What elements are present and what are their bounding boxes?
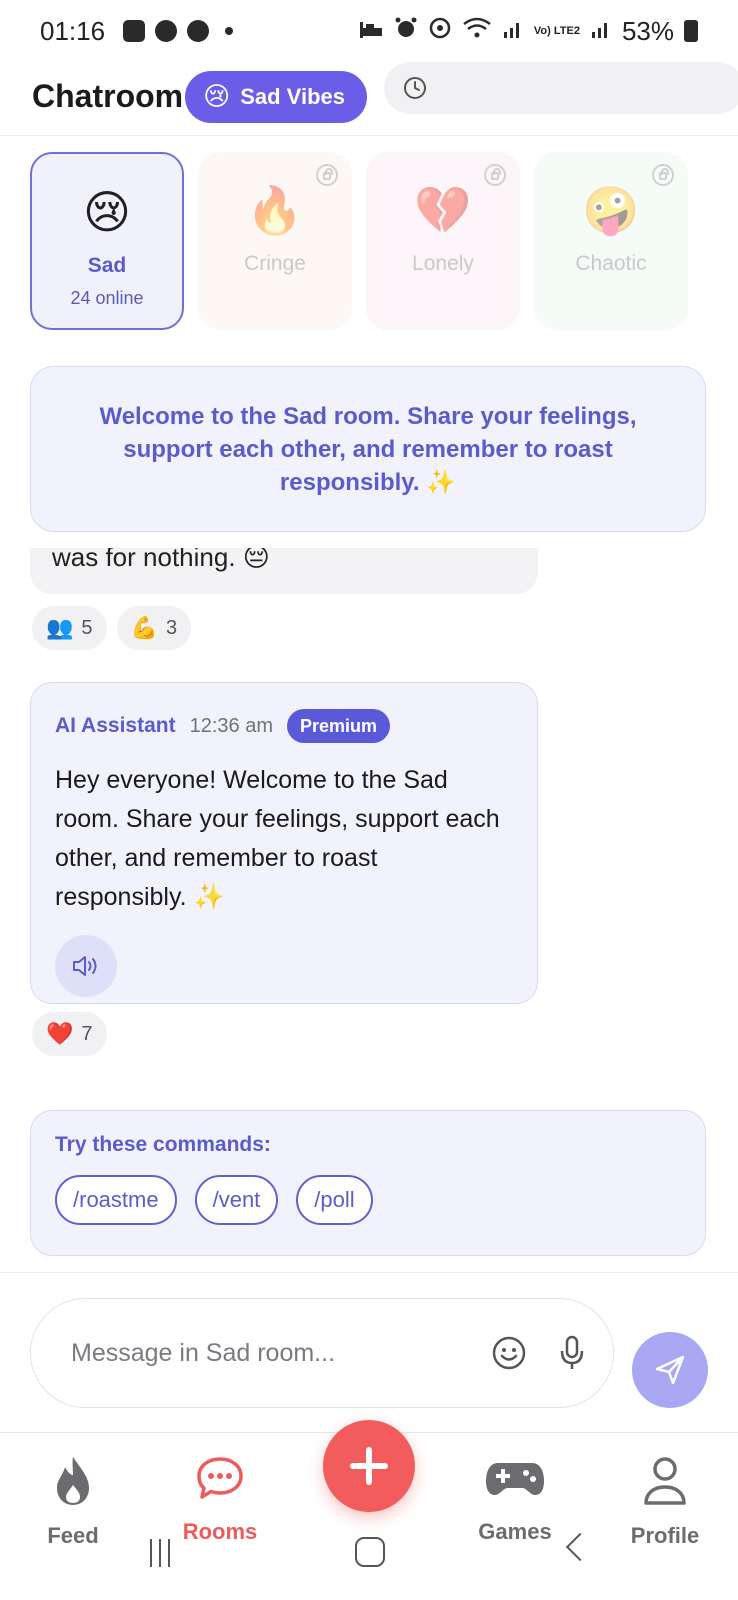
sender-name: AI Assistant (55, 714, 176, 737)
emoji-icon[interactable] (491, 1335, 527, 1371)
room-selector: 😢 Sad 24 online 🔥 Cringe 💔 Lonely 🤪 Chao… (30, 152, 688, 330)
heart-icon: ❤️ (46, 1021, 74, 1046)
reaction-chip[interactable]: 👥 5 (32, 606, 107, 650)
room-name: Lonely (412, 252, 474, 275)
lock-icon (652, 164, 674, 186)
hotspot-icon (428, 16, 452, 47)
vibe-label: Sad Vibes (240, 83, 345, 109)
plus-icon (350, 1447, 388, 1485)
sad-face-icon: 😢 (203, 81, 231, 111)
reaction-count: 7 (81, 1022, 93, 1045)
room-card-sad[interactable]: 😢 Sad 24 online (30, 152, 184, 330)
broken-heart-icon: 💔 (414, 184, 472, 236)
app-header: Chatroom 😢 Sad Vibes (0, 58, 738, 136)
lock-icon (316, 164, 338, 186)
command-poll[interactable]: /poll (296, 1175, 373, 1225)
reaction-chip[interactable]: ❤️ 7 (32, 1012, 107, 1056)
chat-bubble-icon (197, 1457, 243, 1499)
commands-panel: Try these commands: /roastme /vent /poll (30, 1110, 706, 1256)
room-card-lonely[interactable]: 💔 Lonely (366, 152, 520, 330)
status-bar: 01:16 Vo) LTE2 53% (0, 0, 738, 62)
room-card-cringe[interactable]: 🔥 Cringe (198, 152, 352, 330)
flame-icon (57, 1457, 89, 1505)
ai-message-reactions: ❤️ 7 (32, 1012, 107, 1056)
play-audio-button[interactable] (55, 935, 117, 997)
room-name: Cringe (244, 252, 306, 275)
signal-icon-2 (590, 16, 612, 47)
screen-record-icon (187, 20, 210, 42)
fire-icon: 🔥 (246, 184, 304, 236)
history-search-field[interactable] (384, 62, 738, 114)
signal-icon (502, 16, 524, 47)
reaction-chip[interactable]: 💪 3 (116, 606, 192, 650)
previous-message-text: was for nothing. 😔 (52, 548, 270, 572)
network-type-label: Vo) LTE2 (533, 25, 580, 37)
microphone-icon[interactable] (557, 1334, 587, 1372)
divider (0, 1272, 738, 1273)
alarm-icon (394, 16, 418, 47)
back-button[interactable] (565, 1532, 595, 1562)
vibe-selector-button[interactable]: 😢 Sad Vibes (185, 70, 367, 123)
clock-icon (404, 77, 426, 99)
home-button[interactable] (355, 1537, 385, 1567)
room-name: Chaotic (575, 252, 647, 275)
page-title: Chatroom (32, 78, 184, 114)
send-button[interactable] (632, 1332, 708, 1408)
flexed-biceps-icon: 💪 (130, 615, 158, 640)
wifi-icon (462, 16, 492, 47)
app-notification-icon (155, 20, 178, 42)
premium-badge: Premium (286, 709, 391, 743)
message-input[interactable] (71, 1338, 491, 1368)
ai-message-bubble: AI Assistant 12:36 am Premium Hey everyo… (30, 682, 538, 1004)
system-navigation-bar (0, 1532, 738, 1600)
send-icon (655, 1355, 685, 1385)
room-online-count: 24 online (70, 288, 144, 308)
speaker-icon (73, 956, 97, 976)
welcome-banner: Welcome to the Sad room. Share your feel… (30, 366, 706, 532)
lock-icon (484, 164, 506, 186)
sleep-mode-icon (358, 16, 384, 47)
message-composer (30, 1298, 614, 1408)
nav-games[interactable]: Games (450, 1455, 580, 1545)
recent-apps-button[interactable] (150, 1539, 170, 1567)
crying-face-icon: 😢 (83, 186, 131, 238)
zany-face-icon: 🤪 (582, 184, 640, 236)
commands-title: Try these commands: (55, 1133, 271, 1156)
previous-message-reactions: 👥 5 💪 3 (32, 606, 192, 650)
command-vent[interactable]: /vent (194, 1175, 279, 1225)
people-icon: 👥 (46, 615, 74, 640)
message-text: Hey everyone! Welcome to the Sad room. S… (55, 766, 500, 911)
battery-percent: 53% (621, 15, 674, 46)
status-time: 01:16 (40, 15, 106, 46)
reaction-count: 3 (165, 616, 178, 639)
gamepad-icon (486, 1463, 544, 1495)
more-notifications-icon (225, 27, 234, 35)
battery-icon (684, 20, 698, 42)
room-card-chaotic[interactable]: 🤪 Chaotic (534, 152, 688, 330)
message-time: 12:36 am (189, 714, 273, 737)
room-name: Sad (87, 254, 127, 277)
profile-icon (644, 1457, 686, 1505)
gallery-icon (123, 20, 146, 42)
reaction-count: 5 (81, 616, 93, 639)
previous-message-bubble: was for nothing. 😔 (30, 548, 538, 594)
create-post-button[interactable] (323, 1420, 415, 1512)
command-roastme[interactable]: /roastme (55, 1175, 177, 1225)
nav-rooms[interactable]: Rooms (155, 1455, 285, 1545)
